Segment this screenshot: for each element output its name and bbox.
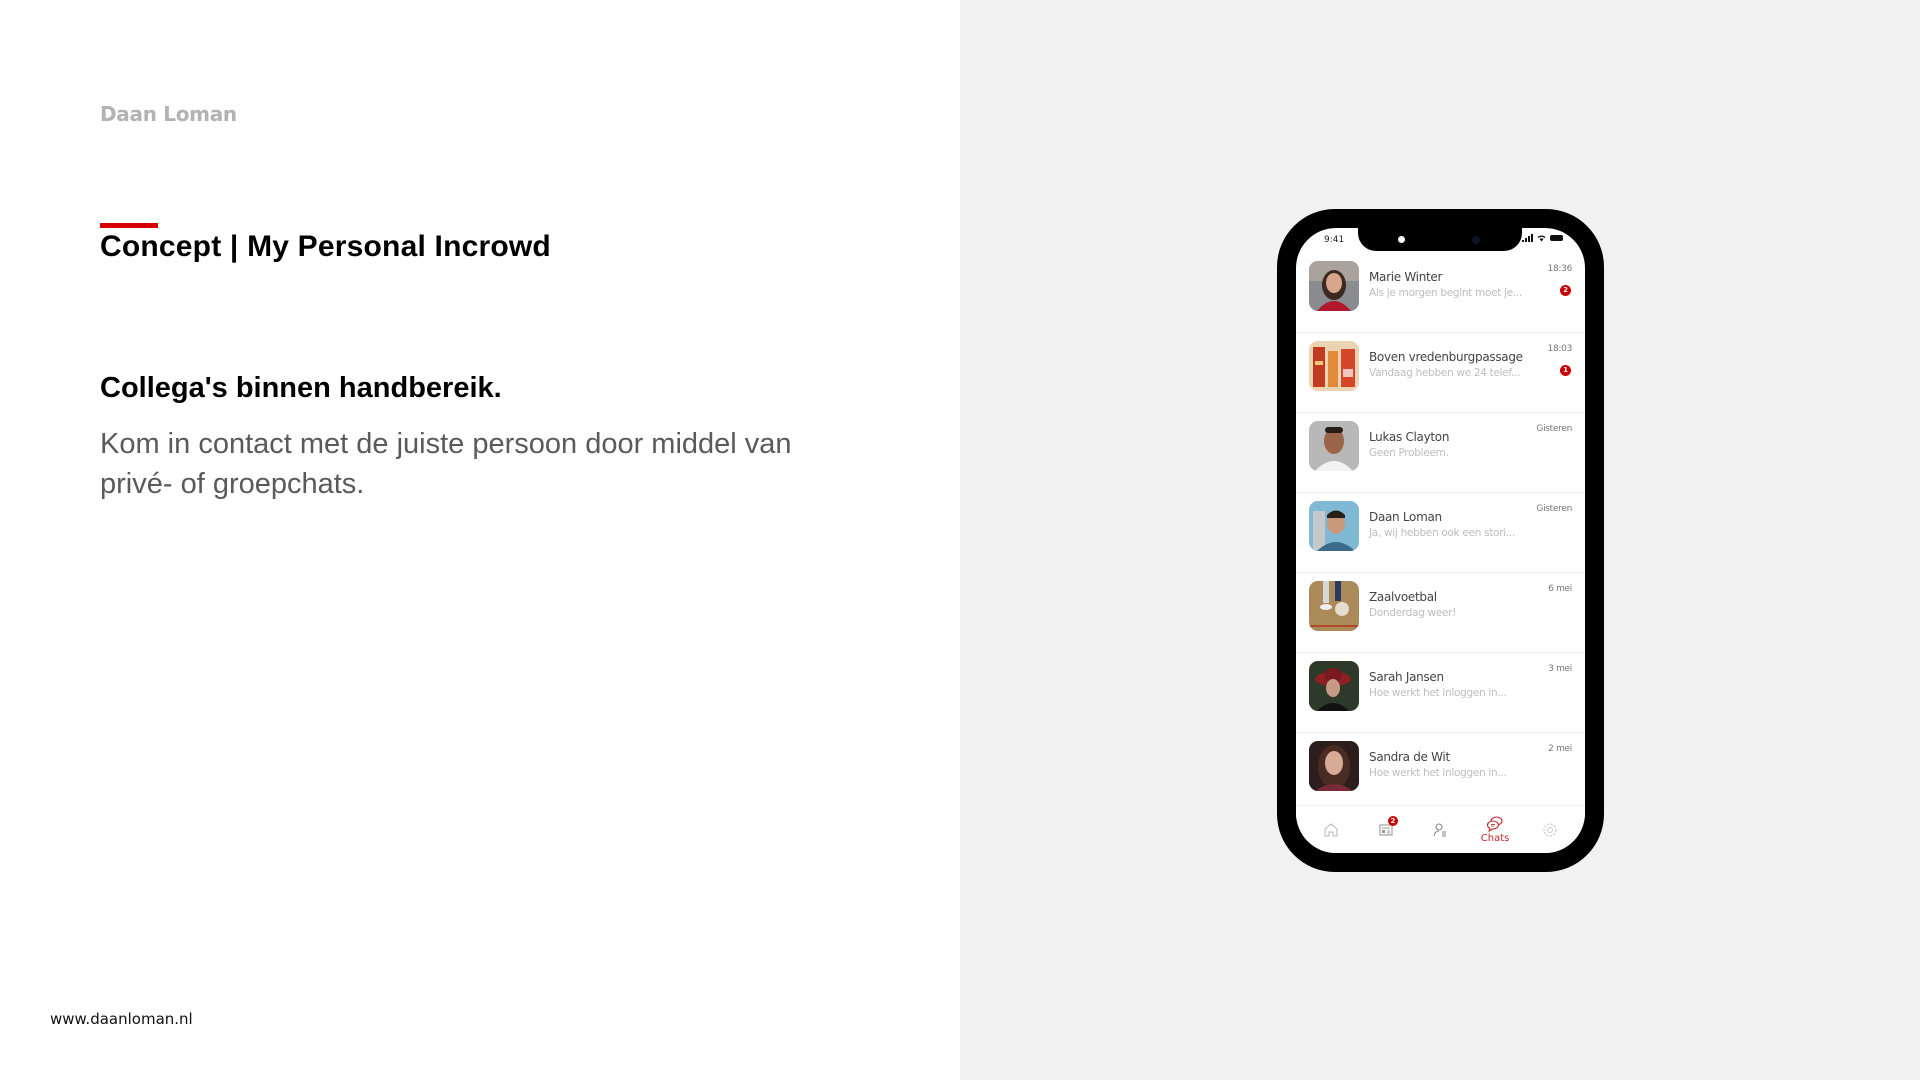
chat-time: 18:36 [1547, 264, 1573, 274]
chat-preview: Ja, wij hebben ook een stori... [1369, 527, 1516, 539]
chat-name: Marie Winter [1369, 270, 1443, 284]
settings-icon [1542, 822, 1557, 837]
chat-preview: Vandaag hebben we 24 telef... [1369, 367, 1521, 379]
signal-icon [1522, 234, 1533, 242]
chat-preview: Als je morgen begint moet je... [1369, 287, 1522, 299]
notch-sensor [1398, 236, 1405, 243]
avatar-sarah-jansen [1309, 661, 1359, 711]
chat-name: Zaalvoetbal [1369, 590, 1437, 604]
chat-name: Daan Loman [1369, 510, 1442, 524]
phone-mockup: 9:41 Marie Winter Als je morgen begint m… [1277, 209, 1604, 872]
chat-preview: Hoe werkt het inloggen in... [1369, 767, 1507, 779]
chat-row[interactable]: Marie Winter Als je morgen begint moet j… [1296, 253, 1585, 333]
nav-chats-label: Chats [1480, 833, 1510, 844]
phone-screen: 9:41 Marie Winter Als je morgen begint m… [1296, 228, 1585, 853]
chats-icon [1487, 816, 1503, 832]
avatar-lukas-clayton [1309, 421, 1359, 471]
chat-row[interactable]: Zaalvoetbal Donderdag weer! 6 mei [1296, 573, 1585, 653]
chat-preview: Geen Probleem. [1369, 447, 1449, 459]
unread-badge: 2 [1560, 285, 1571, 296]
chat-row[interactable]: Lukas Clayton Geen Probleem. Gisteren [1296, 413, 1585, 493]
front-camera [1472, 236, 1480, 244]
nav-chats[interactable]: Chats [1471, 815, 1519, 844]
status-time: 9:41 [1324, 235, 1345, 245]
home-icon [1324, 822, 1338, 837]
nav-home[interactable] [1307, 821, 1355, 839]
chat-row[interactable]: Sandra de Wit Hoe werkt het inloggen in.… [1296, 733, 1585, 813]
phone-notch [1358, 228, 1522, 251]
chat-preview: Donderdag weer! [1369, 607, 1457, 619]
nav-settings[interactable] [1526, 821, 1574, 839]
contacts-icon [1433, 822, 1447, 836]
chat-name: Boven vredenburgpassage [1369, 350, 1523, 364]
chat-time: Gisteren [1536, 504, 1572, 514]
chat-name: Lukas Clayton [1369, 430, 1450, 444]
chat-name: Sarah Jansen [1369, 670, 1444, 684]
page-title: Concept | My Personal Incrowd [100, 230, 551, 263]
chat-row[interactable]: Daan Loman Ja, wij hebben ook een stori.… [1296, 493, 1585, 573]
slide-left-panel: Daan Loman Concept | My Personal Incrowd… [0, 0, 960, 1080]
chat-time: Gisteren [1536, 424, 1572, 434]
chat-list: Marie Winter Als je morgen begint moet j… [1296, 253, 1585, 813]
chat-time: 3 mei [1548, 664, 1572, 674]
bottom-nav: 2 Chats [1296, 805, 1585, 853]
footer-url-link[interactable]: www.daanloman.nl [50, 1010, 193, 1028]
avatar-boven-vredenburgpassage [1309, 341, 1359, 391]
news-badge: 2 [1387, 815, 1398, 826]
battery-icon [1550, 235, 1563, 241]
unread-badge: 1 [1560, 365, 1571, 376]
status-icons [1522, 234, 1563, 242]
avatar-marie-winter [1309, 261, 1359, 311]
avatar-sandra-de-wit [1309, 741, 1359, 791]
sub-heading: Collega's binnen handbereik. [100, 372, 502, 404]
chat-name: Sandra de Wit [1369, 750, 1450, 764]
chat-time: 6 mei [1548, 584, 1572, 594]
title-accent-bar [100, 223, 158, 228]
nav-contacts[interactable] [1416, 821, 1464, 839]
avatar-zaalvoetbal [1309, 581, 1359, 631]
chat-time: 2 mei [1548, 744, 1572, 754]
wifi-icon [1537, 234, 1546, 242]
avatar-daan-loman [1309, 501, 1359, 551]
chat-row[interactable]: Boven vredenburgpassage Vandaag hebben w… [1296, 333, 1585, 413]
author-name: Daan Loman [100, 102, 237, 126]
chat-preview: Hoe werkt het inloggen in... [1369, 687, 1507, 699]
nav-news[interactable]: 2 [1362, 815, 1410, 839]
body-text: Kom in contact met de juiste persoon doo… [100, 428, 792, 500]
chat-row[interactable]: Sarah Jansen Hoe werkt het inloggen in..… [1296, 653, 1585, 733]
chat-time: 18:03 [1547, 344, 1573, 354]
